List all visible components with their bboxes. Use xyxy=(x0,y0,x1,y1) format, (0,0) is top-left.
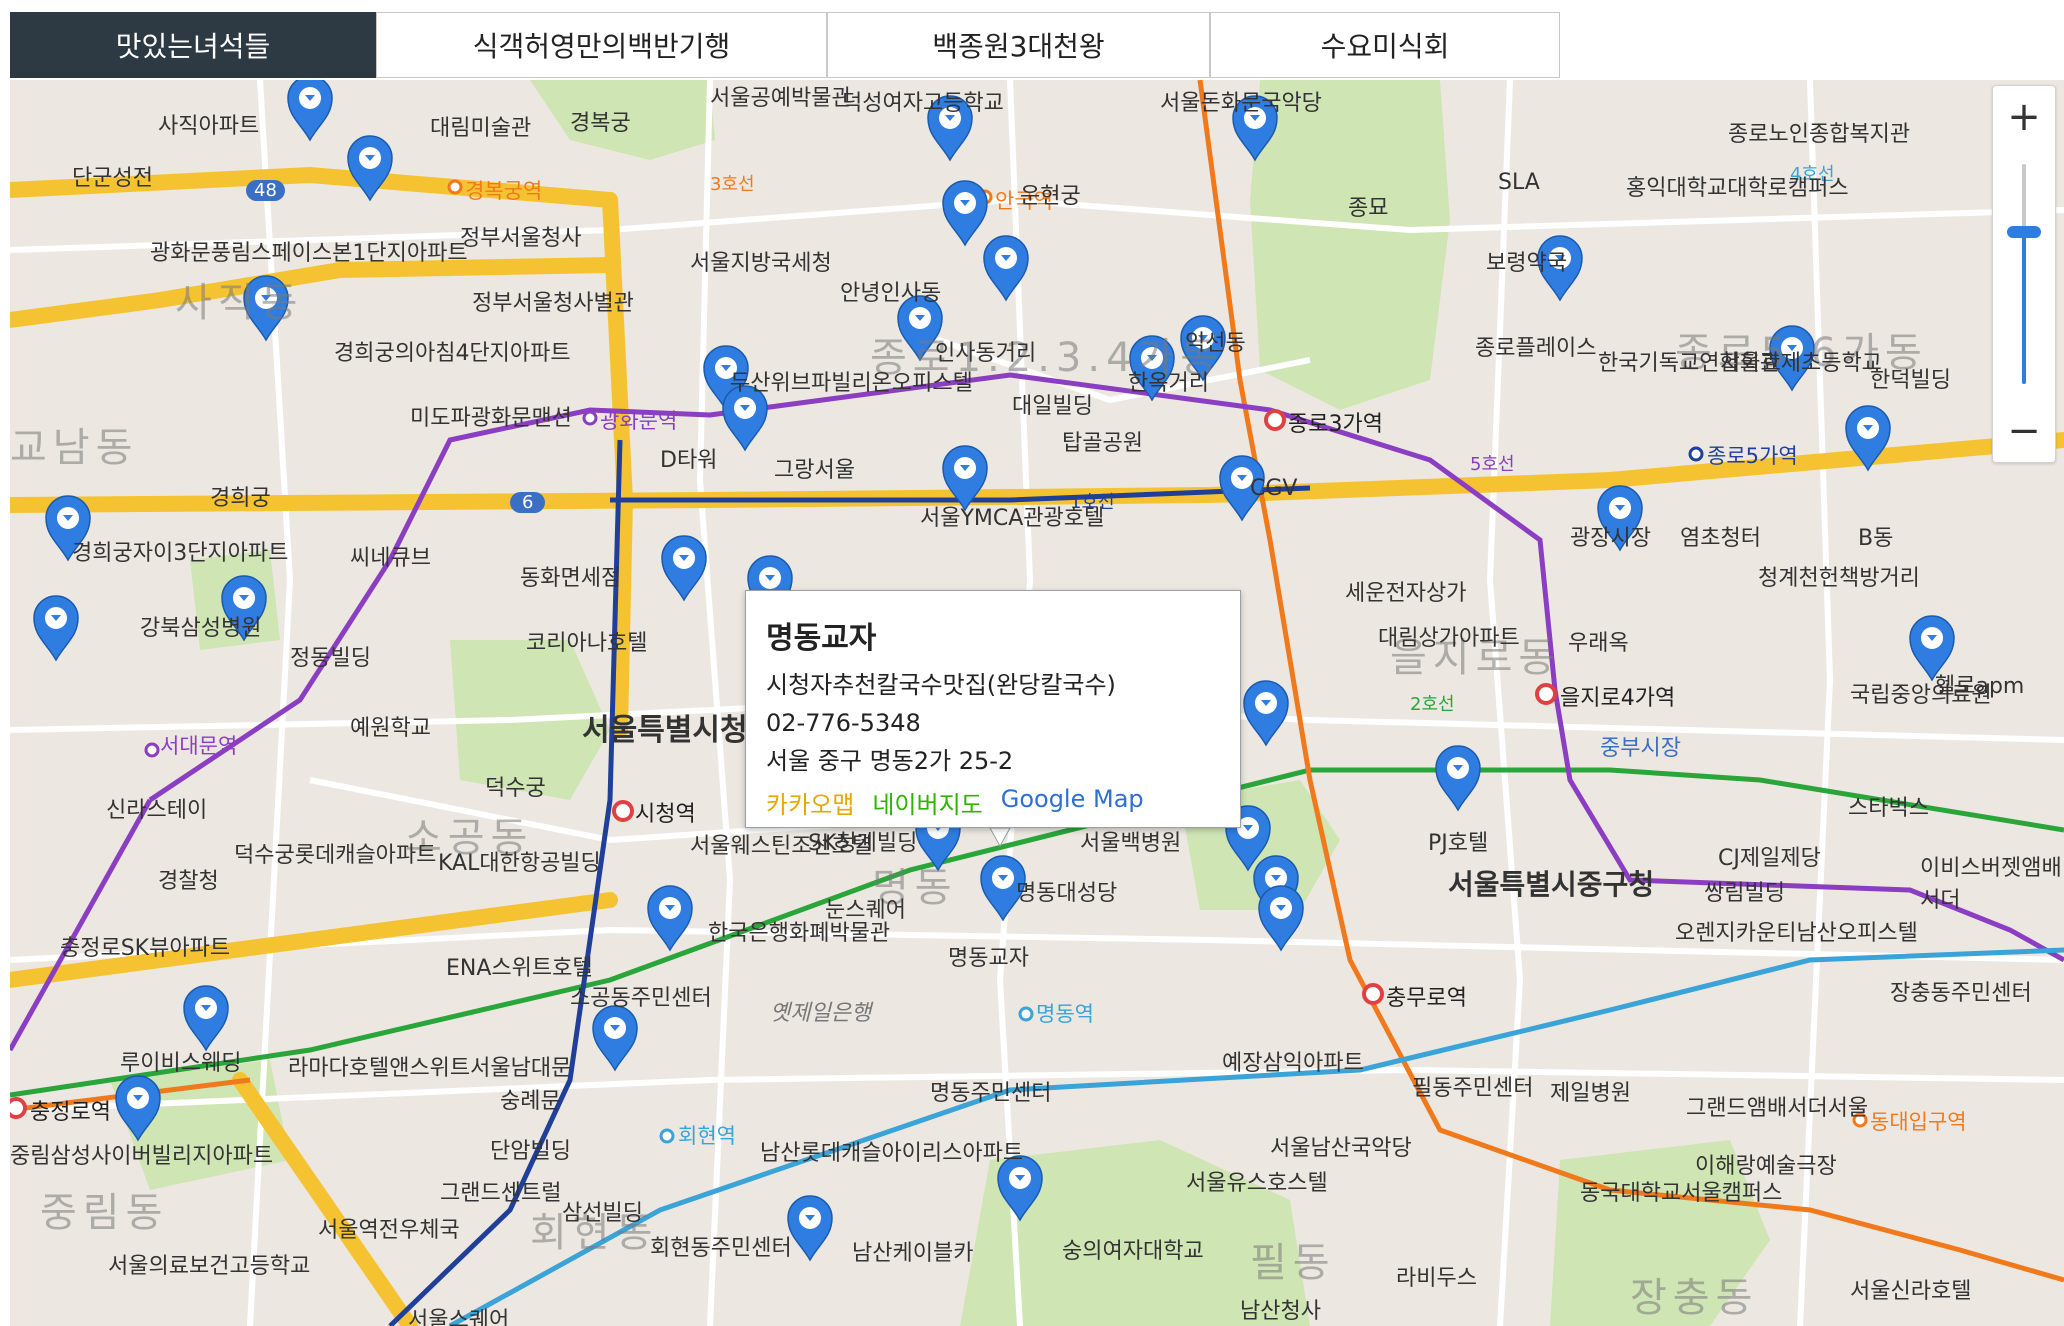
naver-map-link[interactable]: 네이버지도 xyxy=(872,785,982,820)
zoom-in-button[interactable]: + xyxy=(1993,86,2055,148)
info-address: 서울 중구 명동2가 25-2 xyxy=(766,747,1014,775)
google-map-link[interactable]: Google Map xyxy=(1001,785,1144,820)
info-window: 명동교자 시청자추천칼국수맛집(완당칼국수) 02-776-5348 서울 중구… xyxy=(745,590,1241,828)
info-name: 시청자추천칼국수맛집(완당칼국수) xyxy=(766,671,1116,699)
minus-icon: − xyxy=(2007,408,2041,454)
zoom-slider-fill xyxy=(2022,236,2026,384)
tab-baekban-gihaeng[interactable]: 식객허영만의백반기행 xyxy=(376,12,827,78)
zoom-control: + − xyxy=(1992,85,2056,463)
info-links: 카카오맵 네이버지도 Google Map xyxy=(766,785,1220,820)
tab-suyo-misikhoe[interactable]: 수요미식회 xyxy=(1210,12,1560,78)
zoom-slider-handle[interactable] xyxy=(2007,226,2041,238)
tab-baekjongwon-3daecheonwang[interactable]: 백종원3대천왕 xyxy=(827,12,1210,78)
kakao-map-link[interactable]: 카카오맵 xyxy=(766,785,854,820)
zoom-out-button[interactable]: − xyxy=(1993,400,2055,462)
channel-tabs: 맛있는녀석들 식객허영만의백반기행 백종원3대천왕 수요미식회 xyxy=(10,12,2064,80)
info-title: 명동교자 xyxy=(766,621,877,656)
tab-label: 식객허영만의백반기행 xyxy=(472,30,731,63)
tab-label: 백종원3대천왕 xyxy=(932,30,1105,63)
tab-label: 맛있는녀석들 xyxy=(115,30,271,63)
tab-matitneun-nyeoseokdeul[interactable]: 맛있는녀석들 xyxy=(10,12,376,78)
plus-icon: + xyxy=(2007,94,2041,140)
info-phone: 02-776-5348 xyxy=(766,709,921,737)
tab-label: 수요미식회 xyxy=(1320,30,1450,63)
